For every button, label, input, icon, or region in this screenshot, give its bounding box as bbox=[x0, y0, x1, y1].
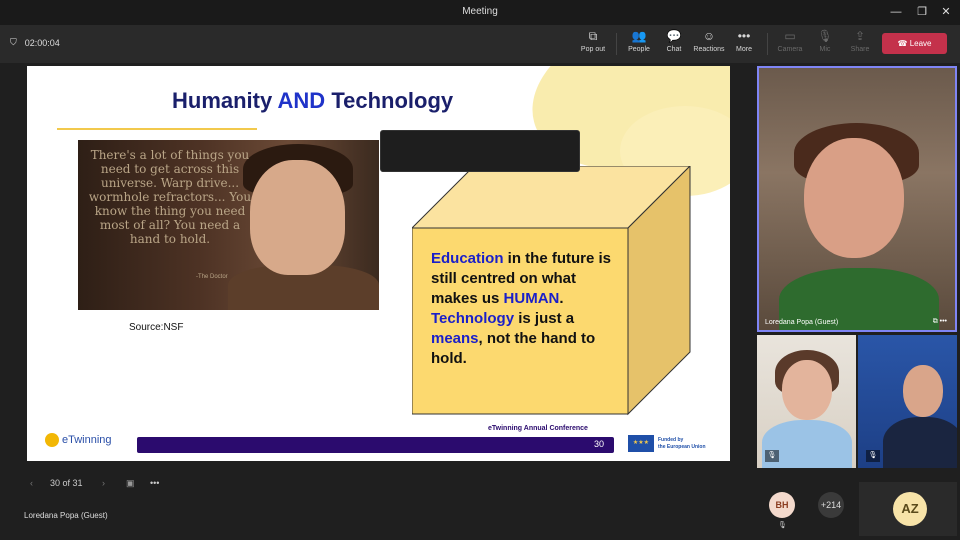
people-icon: 👥 bbox=[631, 29, 647, 43]
toolbar-divider bbox=[767, 33, 768, 55]
more-participants-button[interactable]: +214 bbox=[818, 492, 844, 518]
presentation-slide: Humanity AND Technology There's a lot of… bbox=[27, 66, 730, 461]
next-slide-button[interactable]: › bbox=[102, 478, 126, 488]
conference-name: eTwinning Annual Conference bbox=[488, 425, 588, 432]
mic-muted-icon: 🎙 bbox=[765, 450, 779, 462]
participant-avatar-az: AZ bbox=[893, 492, 927, 526]
eu-flag-icon: ★★★ bbox=[628, 435, 654, 452]
presenter-name: Loredana Popa (Guest) bbox=[24, 511, 108, 520]
etwinning-logo: eTwinning bbox=[45, 433, 112, 447]
phone-hangup-icon: ☎ bbox=[897, 39, 910, 48]
slide-title: Humanity AND Technology bbox=[172, 88, 454, 113]
video-options-icon[interactable]: ⧉ ••• bbox=[933, 318, 947, 326]
camera-button[interactable]: ▭ Camera bbox=[770, 29, 810, 53]
slide-page-number: 30 bbox=[593, 439, 604, 449]
share-button[interactable]: ⇪ Share bbox=[840, 29, 880, 53]
close-button[interactable]: ✕ bbox=[932, 3, 960, 21]
participants-panel: Loredana Popa (Guest) ⧉ ••• 🎙 🎙 BH 🎙 +21… bbox=[756, 63, 960, 540]
reactions-icon: ☺ bbox=[702, 29, 716, 43]
participant-video-tile[interactable]: 🎙 bbox=[757, 335, 856, 468]
shared-content-stage: Humanity AND Technology There's a lot of… bbox=[0, 63, 756, 540]
presenter-overlay-box bbox=[380, 130, 580, 172]
participant-tile-az[interactable]: AZ bbox=[859, 482, 957, 536]
image-source: Source:NSF bbox=[129, 322, 184, 333]
chat-icon: 💬 bbox=[666, 29, 682, 43]
people-button[interactable]: 👥 People bbox=[619, 29, 659, 53]
slide-position: 30 of 31 bbox=[50, 478, 83, 488]
mic-muted-icon: 🎙 bbox=[778, 522, 787, 529]
participant-avatar-bh[interactable]: BH bbox=[769, 492, 795, 518]
pop-out-icon: ⧉ bbox=[588, 29, 598, 43]
chat-button[interactable]: 💬 Chat bbox=[654, 29, 694, 53]
previous-slide-button[interactable]: ‹ bbox=[30, 478, 50, 488]
footer-bar: 30 bbox=[137, 437, 614, 453]
toolbar-divider bbox=[616, 33, 617, 55]
more-button[interactable]: ••• More bbox=[724, 29, 764, 53]
grid-view-icon[interactable]: ▣ bbox=[126, 478, 150, 489]
participant-video-tile[interactable]: 🎙 bbox=[858, 335, 957, 468]
leave-button[interactable]: ☎ Leave bbox=[882, 33, 947, 54]
image-quote: There's a lot of things you need to get … bbox=[88, 148, 252, 246]
more-icon: ••• bbox=[737, 29, 751, 43]
title-underline bbox=[57, 128, 257, 130]
main-speaker-video[interactable]: Loredana Popa (Guest) ⧉ ••• bbox=[757, 66, 957, 332]
share-icon: ⇪ bbox=[854, 29, 866, 43]
cube-text: Education in the future is still centred… bbox=[431, 250, 612, 367]
etwinning-sun-icon bbox=[45, 433, 59, 447]
doctor-quote-image: There's a lot of things you need to get … bbox=[78, 140, 379, 310]
slide-more-button[interactable]: ••• bbox=[150, 478, 174, 488]
timer-text: 02:00:04 bbox=[24, 37, 60, 48]
mic-muted-icon: 🎙 bbox=[866, 450, 880, 462]
slide-navigation: ‹ 30 of 31 › ▣ ••• bbox=[30, 473, 174, 493]
eu-funding-logo: ★★★ Funded by the European Union bbox=[628, 435, 706, 452]
pop-out-button[interactable]: ⧉ Pop out bbox=[573, 29, 613, 53]
photo-person-face bbox=[250, 160, 345, 275]
image-quote-attribution: -The Doctor bbox=[196, 274, 228, 280]
reactions-button[interactable]: ☺ Reactions bbox=[689, 29, 729, 53]
speaker-name-label: Loredana Popa (Guest) bbox=[765, 319, 839, 326]
meeting-timer: ⛉ 02:00:04 bbox=[10, 37, 60, 48]
camera-off-icon: ▭ bbox=[784, 29, 796, 43]
shield-icon: ⛉ bbox=[10, 37, 17, 47]
window-title: Meeting bbox=[462, 6, 498, 17]
mic-button[interactable]: 🎙 Mic bbox=[805, 29, 845, 53]
meeting-toolbar: ⛉ 02:00:04 ⧉ Pop out 👥 People 💬 Chat ☺ R… bbox=[0, 25, 960, 63]
title-bar: Meeting — ❐ ✕ bbox=[0, 0, 960, 25]
minimize-button[interactable]: — bbox=[882, 3, 910, 21]
mic-off-icon: 🎙 bbox=[817, 29, 833, 43]
